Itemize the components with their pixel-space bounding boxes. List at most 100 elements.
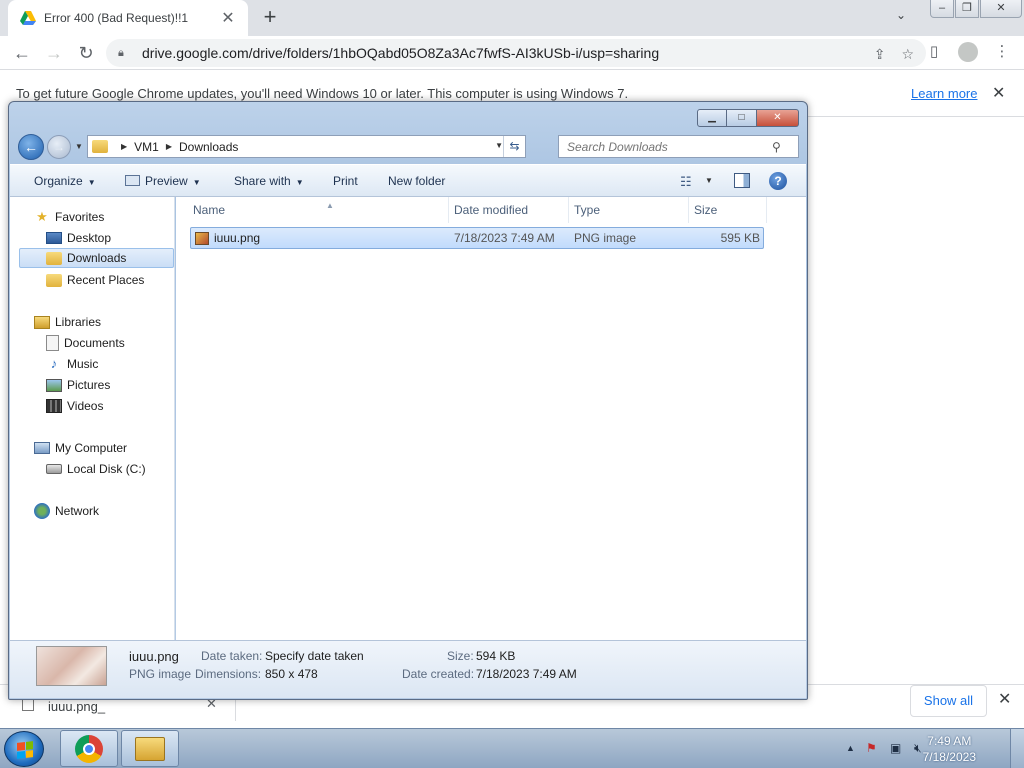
toolbar-right: ▯ ⋮: [924, 42, 1012, 62]
preview-button[interactable]: Preview ▼: [125, 174, 201, 188]
breadcrumb-separator-icon[interactable]: ▶: [121, 142, 127, 151]
tab-search-chevron-icon[interactable]: ⌄: [896, 8, 906, 22]
dimensions-label: Dimensions:: [195, 667, 262, 681]
explorer-back-icon[interactable]: ←: [18, 134, 44, 160]
details-pane: iuuu.png PNG image Date taken: Specify d…: [10, 640, 806, 698]
window-controls: ‒ ❐ ✕: [929, 0, 1022, 18]
nav-label: Desktop: [67, 231, 112, 245]
downloads-folder-icon: [46, 251, 62, 265]
nav-label: Pictures: [67, 378, 111, 392]
nav-documents[interactable]: Documents: [46, 333, 125, 353]
nav-local-disk[interactable]: Local Disk (C:): [46, 459, 146, 479]
column-header-date-modified[interactable]: Date modified: [449, 197, 569, 223]
volume-muted-icon[interactable]: 🔇︎: [914, 741, 922, 756]
minimize-button[interactable]: ‒: [930, 0, 954, 18]
show-desktop-button[interactable]: [1010, 729, 1024, 768]
recent-pages-chevron-icon[interactable]: ▼: [75, 142, 83, 151]
column-header-type[interactable]: Type: [569, 197, 689, 223]
downloads-bar-close-icon[interactable]: ✕: [998, 689, 1011, 709]
show-hidden-icons-icon[interactable]: ▲: [846, 743, 855, 753]
address-dropdown-icon[interactable]: ▼: [495, 141, 503, 150]
menu-kebab-icon[interactable]: ⋮: [992, 42, 1012, 62]
command-bar: Organize ▼ Preview ▼ Share with ▼ Print New…: [10, 164, 806, 197]
profile-avatar-icon[interactable]: [958, 42, 978, 62]
download-filename: iuuu.png_: [48, 699, 106, 714]
explorer-window: ▁ □ ✕ ← → ▼ ▶ VM1 ▶ Downloads ▼ ⇆ ⚲ Orga…: [8, 101, 808, 700]
forward-arrow-icon[interactable]: →: [42, 41, 66, 65]
chevron-down-icon: ▼: [295, 178, 304, 187]
nav-my-computer[interactable]: My Computer: [34, 438, 127, 458]
breadcrumb-vm1[interactable]: VM1: [134, 140, 159, 154]
infobar-close-icon[interactable]: ✕: [992, 83, 1005, 103]
learn-more-link[interactable]: Learn more: [911, 86, 977, 101]
print-button[interactable]: Print: [333, 174, 358, 188]
explorer-address-bar[interactable]: ▶ VM1 ▶ Downloads ▼ ⇆: [87, 135, 526, 158]
share-with-button[interactable]: Share with ▼: [234, 174, 304, 188]
size-value: 594 KB: [476, 649, 516, 663]
view-options-chevron-icon[interactable]: ▼: [705, 176, 713, 185]
search-input[interactable]: [567, 139, 772, 154]
start-button[interactable]: [4, 731, 44, 767]
explorer-caption-buttons: ▁ □ ✕: [697, 109, 799, 127]
help-icon[interactable]: ?: [769, 172, 787, 190]
side-panel-icon[interactable]: ▯: [924, 42, 944, 62]
folder-icon: [92, 140, 108, 153]
nav-downloads[interactable]: Downloads: [19, 248, 174, 268]
share-icon[interactable]: ⇪: [874, 46, 886, 63]
column-header-name[interactable]: Name ▲: [188, 197, 449, 223]
action-center-flag-icon[interactable]: ⚑: [866, 741, 877, 755]
organize-button[interactable]: Organize ▼: [34, 174, 96, 188]
explorer-maximize-button[interactable]: □: [727, 109, 757, 127]
column-header-size[interactable]: Size: [689, 197, 767, 223]
network-icon: [34, 503, 50, 519]
hard-disk-icon: [46, 464, 62, 474]
new-folder-button[interactable]: New folder: [388, 174, 445, 188]
explorer-search-box[interactable]: ⚲: [558, 135, 799, 158]
nav-network[interactable]: Network: [34, 501, 99, 521]
windows-logo-icon: [17, 741, 33, 759]
taskbar-chrome-button[interactable]: [60, 730, 118, 767]
refresh-icon[interactable]: ⇆: [503, 136, 525, 157]
lock-icon: 🔒︎: [118, 46, 124, 59]
change-view-icon[interactable]: ☷: [680, 174, 692, 190]
preview-pane-icon[interactable]: [734, 173, 750, 188]
tab-close-icon[interactable]: ✕: [220, 8, 236, 28]
date-taken-value[interactable]: Specify date taken: [265, 649, 364, 663]
bookmark-star-icon[interactable]: ☆: [901, 46, 914, 63]
date-created-label: Date created:: [402, 667, 475, 681]
nav-label: Libraries: [55, 315, 102, 329]
nav-libraries[interactable]: Libraries: [34, 312, 101, 332]
browser-tab[interactable]: Error 400 (Bad Request)!!1 ✕: [8, 0, 248, 36]
explorer-close-button[interactable]: ✕: [757, 109, 799, 127]
column-label: Name: [193, 203, 226, 217]
network-status-icon[interactable]: ▣: [890, 741, 901, 755]
close-button[interactable]: ✕: [980, 0, 1022, 18]
nav-music[interactable]: ♪ Music: [46, 354, 99, 374]
reload-icon[interactable]: ↻: [74, 41, 98, 65]
address-bar[interactable]: 🔒︎ drive.google.com/drive/folders/1hbOQa…: [106, 39, 926, 67]
file-row[interactable]: iuuu.png 7/18/2023 7:49 AM PNG image 595…: [190, 227, 764, 249]
nav-pictures[interactable]: Pictures: [46, 375, 110, 395]
restore-button[interactable]: ❐: [955, 0, 979, 18]
nav-label: Recent Places: [67, 273, 145, 287]
nav-favorites[interactable]: ★ Favorites: [34, 207, 104, 227]
size-label: Size:: [447, 649, 474, 663]
file-size: 595 KB: [720, 231, 760, 245]
videos-icon: [46, 399, 62, 413]
breadcrumb-separator-icon[interactable]: ▶: [166, 142, 172, 151]
back-arrow-icon[interactable]: ←: [10, 41, 34, 65]
taskbar-explorer-button[interactable]: [121, 730, 179, 767]
clock[interactable]: 7:49 AM 7/18/2023: [923, 733, 976, 765]
explorer-minimize-button[interactable]: ▁: [697, 109, 727, 127]
nav-videos[interactable]: Videos: [46, 396, 103, 416]
show-all-button[interactable]: Show all: [910, 685, 987, 717]
file-date-modified: 7/18/2023 7:49 AM: [454, 231, 555, 245]
explorer-forward-icon[interactable]: →: [47, 135, 71, 159]
chrome-icon: [75, 735, 103, 763]
file-name: iuuu.png: [214, 231, 261, 245]
breadcrumb-downloads[interactable]: Downloads: [179, 140, 238, 154]
nav-desktop[interactable]: Desktop: [46, 228, 111, 248]
share-with-label: Share with: [234, 174, 291, 188]
new-tab-button[interactable]: +: [258, 6, 282, 30]
nav-recent-places[interactable]: Recent Places: [46, 270, 144, 290]
